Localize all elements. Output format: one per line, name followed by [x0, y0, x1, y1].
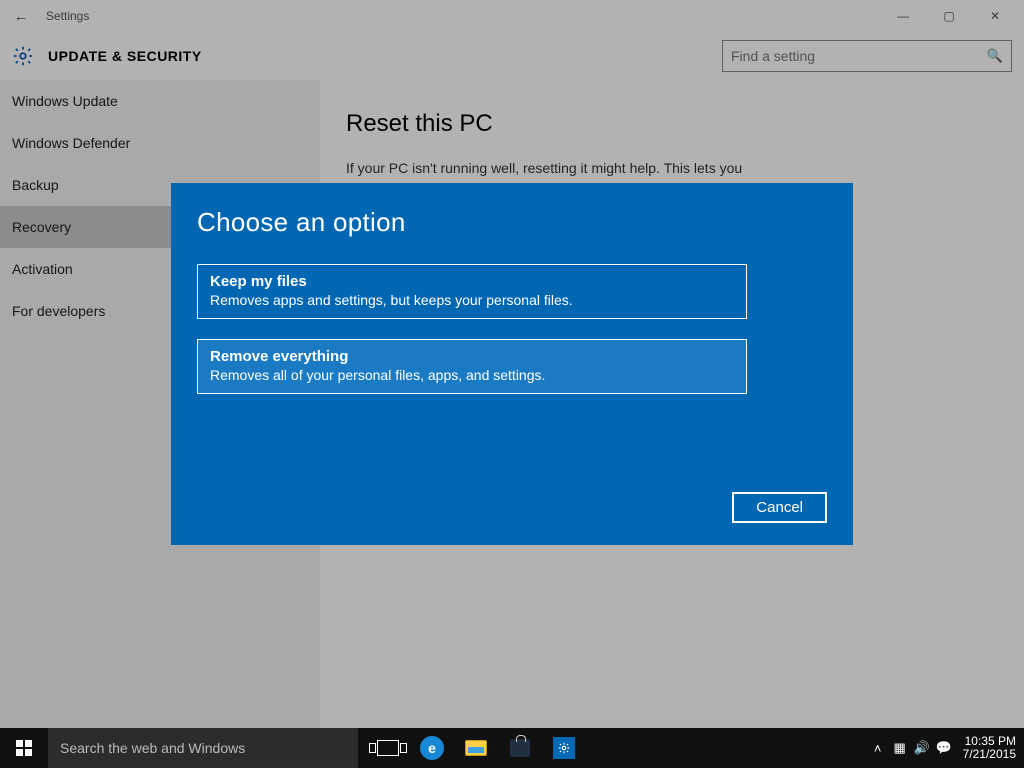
dialog-title: Choose an option — [197, 207, 827, 238]
option-keep-my-files[interactable]: Keep my files Removes apps and settings,… — [197, 264, 747, 319]
cortana-placeholder: Search the web and Windows — [60, 740, 245, 756]
cortana-search[interactable]: Search the web and Windows — [48, 728, 358, 768]
tray-chevron-icon[interactable]: ˄ — [867, 728, 889, 768]
start-button[interactable] — [0, 728, 48, 768]
option-desc: Removes all of your personal files, apps… — [210, 367, 734, 383]
taskbar-edge[interactable]: e — [410, 728, 454, 768]
edge-icon: e — [420, 736, 444, 760]
taskbar-clock[interactable]: 10:35 PM 7/21/2015 — [955, 735, 1024, 761]
task-view-icon — [377, 740, 399, 756]
settings-icon — [553, 737, 575, 759]
store-icon — [510, 739, 530, 757]
tray-notifications-icon[interactable]: 💬 — [933, 728, 955, 768]
taskbar-store[interactable] — [498, 728, 542, 768]
cancel-button[interactable]: Cancel — [732, 492, 827, 523]
system-tray: ˄ ▦ 🔊 💬 10:35 PM 7/21/2015 — [867, 728, 1024, 768]
option-title: Keep my files — [210, 273, 734, 290]
option-title: Remove everything — [210, 348, 734, 365]
tray-volume-icon[interactable]: 🔊 — [911, 728, 933, 768]
taskbar: Search the web and Windows e ˄ ▦ 🔊 💬 10:… — [0, 728, 1024, 768]
task-view-button[interactable] — [366, 728, 410, 768]
folder-icon — [465, 740, 487, 756]
reset-dialog: Choose an option Keep my files Removes a… — [171, 183, 853, 545]
option-remove-everything[interactable]: Remove everything Removes all of your pe… — [197, 339, 747, 394]
clock-date: 7/21/2015 — [963, 748, 1016, 761]
tray-network-icon[interactable]: ▦ — [889, 728, 911, 768]
option-desc: Removes apps and settings, but keeps you… — [210, 292, 734, 308]
taskbar-file-explorer[interactable] — [454, 728, 498, 768]
taskbar-settings[interactable] — [542, 728, 586, 768]
